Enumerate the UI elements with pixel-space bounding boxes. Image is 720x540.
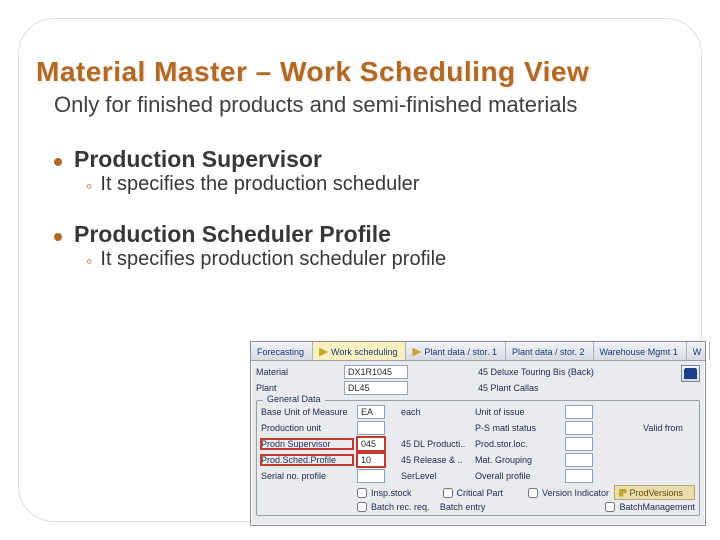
sub-bullet-text: It specifies production scheduler profil… xyxy=(100,248,446,271)
tab-plant-data-1[interactable]: Plant data / stor. 1 xyxy=(406,342,506,360)
prod-sched-profile-label: Prod.Sched.Profile xyxy=(261,455,353,465)
buom-field[interactable]: EA xyxy=(357,405,385,419)
prod-sched-profile-desc: 45 Release & .. xyxy=(401,455,471,465)
tab-work-scheduling[interactable]: Work scheduling xyxy=(313,342,406,360)
tab-label: Work scheduling xyxy=(331,347,397,357)
tab-label: W xyxy=(693,347,702,357)
tab-warehouse-mgmt-1[interactable]: Warehouse Mgmt 1 xyxy=(594,342,687,360)
general-grid: Base Unit of Measure EA each Unit of iss… xyxy=(261,405,695,483)
check-row-1: Insp.stock Critical Part Version Indicat… xyxy=(261,485,695,500)
uoi-label: Unit of issue xyxy=(475,407,561,417)
insp-stock-checkbox[interactable]: Insp.stock xyxy=(357,488,439,498)
tab-overflow[interactable]: W xyxy=(687,342,711,360)
buom-label: Base Unit of Measure xyxy=(261,407,353,417)
slide-content: Material Master – Work Scheduling View O… xyxy=(0,0,720,274)
tab-plant-data-2[interactable]: Plant data / stor. 2 xyxy=(506,342,594,360)
tab-label: Plant data / stor. 2 xyxy=(512,347,585,357)
check-label: Batch rec. req. xyxy=(371,502,430,512)
overall-profile-label: Overall profile xyxy=(475,471,561,481)
psmat-label: P-S matl status xyxy=(475,423,561,433)
uoi-field[interactable] xyxy=(565,405,593,419)
material-field[interactable]: DX1R1045 xyxy=(344,365,408,379)
prodn-supervisor-field[interactable]: 045 xyxy=(357,437,385,451)
header-row-material: Material DX1R1045 45 Deluxe Touring Bis … xyxy=(256,364,700,380)
bullet-icon xyxy=(54,233,62,241)
prod-versions-button[interactable]: ProdVersions xyxy=(614,485,696,500)
material-label: Material xyxy=(256,367,340,377)
page-title: Material Master – Work Scheduling View xyxy=(36,56,684,88)
sub-bullet-icon: ◦ xyxy=(86,173,92,199)
sub-bullet-item: ◦ It specifies production scheduler prof… xyxy=(86,248,684,274)
sub-bullet-icon: ◦ xyxy=(86,248,92,274)
bullet-heading: Production Scheduler Profile xyxy=(74,221,391,248)
serlevel-label: SerLevel xyxy=(401,471,471,481)
bullet-item: Production Supervisor xyxy=(54,146,684,173)
tab-label: Warehouse Mgmt 1 xyxy=(600,347,678,357)
prod-storloc-label: Prod.stor.loc. xyxy=(475,439,561,449)
check-label: Version Indicator xyxy=(542,488,609,498)
prod-versions-icon xyxy=(619,489,627,497)
mat-grouping-field[interactable] xyxy=(565,453,593,467)
material-desc: 45 Deluxe Touring Bis (Back) xyxy=(472,367,594,377)
prod-storloc-field[interactable] xyxy=(565,437,593,451)
prod-sched-profile-field[interactable]: 10 xyxy=(357,453,385,467)
sub-bullet-text: It specifies the production scheduler xyxy=(100,173,419,196)
sap-body: Material DX1R1045 45 Deluxe Touring Bis … xyxy=(251,361,705,520)
critical-part-checkbox[interactable]: Critical Part xyxy=(443,488,525,498)
check-label: Insp.stock xyxy=(371,488,412,498)
bullet-icon xyxy=(54,158,62,166)
check-label: BatchManagement xyxy=(619,502,695,512)
batch-management-checkbox[interactable]: BatchManagement xyxy=(605,502,695,512)
bullet-heading: Production Supervisor xyxy=(74,146,322,173)
tab-label: Forecasting xyxy=(257,347,304,357)
tab-active-icon xyxy=(319,348,328,357)
tab-icon xyxy=(412,348,421,357)
batch-entry-label: Batch entry xyxy=(440,502,519,512)
check-row-2: Batch rec. req. Batch entry BatchManagem… xyxy=(261,502,695,512)
tab-forecasting[interactable]: Forecasting xyxy=(251,342,313,360)
serial-profile-field[interactable] xyxy=(357,469,385,483)
group-title: General Data xyxy=(263,394,325,404)
plant-field[interactable]: DL45 xyxy=(344,381,408,395)
prodn-supervisor-desc: 45 DL Producti.. xyxy=(401,439,471,449)
version-indicator-checkbox[interactable]: Version Indicator xyxy=(528,488,610,498)
check-label: Critical Part xyxy=(457,488,504,498)
bullet-item: Production Scheduler Profile xyxy=(54,221,684,248)
mat-grouping-label: Mat. Grouping xyxy=(475,455,561,465)
produnit-field[interactable] xyxy=(357,421,385,435)
produnit-label: Production unit xyxy=(261,423,353,433)
save-button[interactable] xyxy=(681,365,700,382)
page-subtitle: Only for finished products and semi-fini… xyxy=(54,92,654,118)
plant-desc: 45 Plant Callas xyxy=(472,383,539,393)
batch-rec-req-checkbox[interactable]: Batch rec. req. xyxy=(357,502,436,512)
tab-bar: Forecasting Work scheduling Plant data /… xyxy=(251,342,705,361)
overall-profile-field[interactable] xyxy=(565,469,593,483)
sub-bullet-item: ◦ It specifies the production scheduler xyxy=(86,173,684,199)
plant-label: Plant xyxy=(256,383,340,393)
prodn-supervisor-label: Prodn Supervisor xyxy=(261,439,353,449)
serial-profile-label: Serial no. profile xyxy=(261,471,353,481)
prod-versions-label: ProdVersions xyxy=(630,488,684,498)
general-data-group: General Data Base Unit of Measure EA eac… xyxy=(256,400,700,516)
tab-label: Plant data / stor. 1 xyxy=(424,347,497,357)
validfrom-label: Valid from xyxy=(643,423,695,433)
buom-desc: each xyxy=(401,407,471,417)
psmat-field[interactable] xyxy=(565,421,593,435)
sap-panel: Forecasting Work scheduling Plant data /… xyxy=(250,341,706,526)
